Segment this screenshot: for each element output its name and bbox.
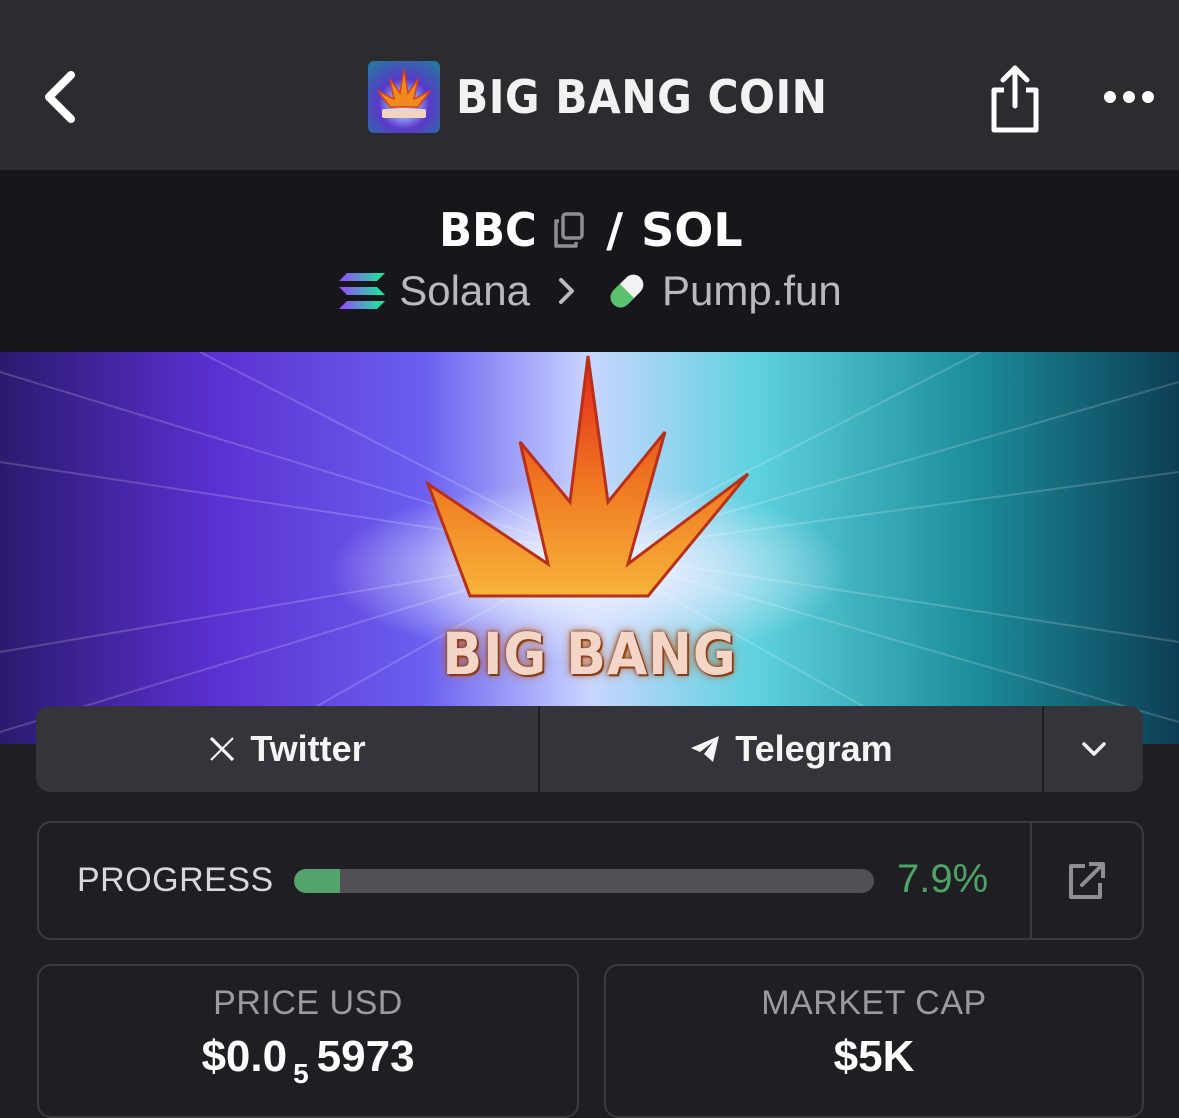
more-horizontal-icon bbox=[1104, 91, 1154, 103]
solana-icon bbox=[339, 273, 386, 309]
pair-symbol-row: BBC / SOL bbox=[0, 200, 1179, 260]
social-links: Twitter Telegram bbox=[36, 706, 1143, 792]
copy-address-button[interactable] bbox=[552, 211, 586, 249]
x-icon bbox=[210, 736, 235, 762]
price-suffix: 5973 bbox=[316, 1032, 415, 1081]
twitter-button[interactable]: Twitter bbox=[36, 706, 540, 792]
top-bar: BIG BANG COIN bbox=[0, 0, 1179, 170]
dex-name: Pump.fun bbox=[662, 267, 842, 314]
progress-value: 7.9% bbox=[897, 857, 989, 901]
price-usd-value: $0.0 5 5973 bbox=[39, 1032, 577, 1089]
chain-name: Solana bbox=[399, 267, 530, 314]
telegram-label: Telegram bbox=[735, 728, 893, 769]
back-button[interactable] bbox=[36, 66, 86, 128]
market-cap-value: $5K bbox=[833, 1032, 915, 1081]
dex-link-pumpfun[interactable]: Pump.fun bbox=[604, 267, 842, 315]
price-usd-label: PRICE USD bbox=[213, 984, 403, 1022]
price-usd-card: PRICE USD $0.0 5 5973 bbox=[37, 964, 579, 1118]
open-progress-button[interactable] bbox=[1067, 859, 1107, 901]
banner-text: BIG BANG bbox=[442, 620, 737, 688]
price-prefix: $0.0 bbox=[201, 1032, 288, 1081]
chain-breadcrumb: Solana Pump.fun bbox=[0, 262, 1179, 320]
pill-icon bbox=[610, 274, 644, 308]
copy-icon bbox=[554, 212, 585, 248]
token-banner: BIG BANG bbox=[0, 352, 1179, 744]
burst-shape bbox=[424, 355, 750, 598]
telegram-button[interactable]: Telegram bbox=[540, 706, 1044, 792]
market-cap-card: MARKET CAP $5K bbox=[604, 964, 1144, 1118]
page-title: BIG BANG COIN bbox=[456, 70, 828, 124]
telegram-icon bbox=[691, 736, 720, 762]
token-title: BIG BANG COIN bbox=[368, 60, 860, 134]
market-cap-label: MARKET CAP bbox=[761, 984, 987, 1022]
chevron-left-icon bbox=[45, 71, 75, 123]
share-button[interactable] bbox=[986, 62, 1044, 134]
expand-links-button[interactable] bbox=[1044, 706, 1143, 792]
progress-label: PROGRESS bbox=[77, 861, 274, 899]
chain-link-solana[interactable]: Solana bbox=[337, 267, 530, 315]
share-icon bbox=[991, 65, 1039, 133]
pair-header: BBC / SOL Solana Pump.fun bbox=[0, 170, 1179, 352]
progress-bar bbox=[294, 869, 874, 893]
quote-symbol: SOL bbox=[641, 203, 743, 257]
coin-logo bbox=[368, 61, 440, 133]
base-symbol: BBC bbox=[439, 203, 538, 257]
divider bbox=[1030, 823, 1032, 938]
external-link-icon bbox=[1069, 862, 1105, 899]
progress-card: PROGRESS 7.9% bbox=[37, 821, 1144, 940]
more-options-button[interactable] bbox=[1100, 80, 1160, 114]
price-zero-count: 5 bbox=[293, 1058, 309, 1089]
chevron-right-icon bbox=[556, 276, 578, 306]
progress-bar-fill bbox=[294, 869, 340, 893]
chevron-down-icon bbox=[1081, 742, 1106, 756]
twitter-label: Twitter bbox=[250, 728, 366, 769]
pair-separator: / bbox=[606, 203, 624, 257]
